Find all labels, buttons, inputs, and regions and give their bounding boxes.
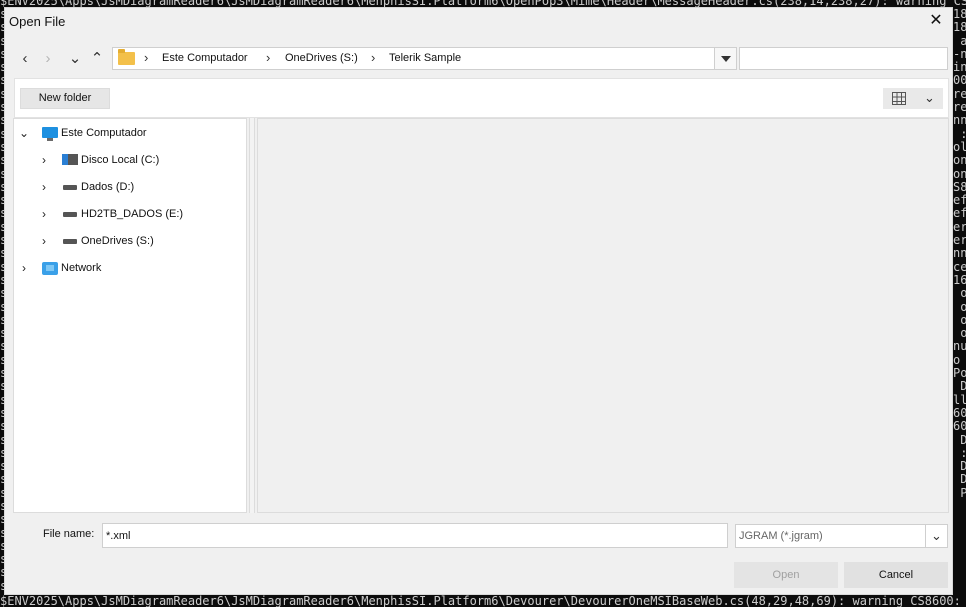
computer-icon <box>42 127 58 141</box>
drive-icon <box>63 212 77 217</box>
network-icon <box>42 262 58 275</box>
file-list-pane[interactable] <box>257 118 949 513</box>
tree-item-label: HD2TB_DADOS (E:) <box>81 208 184 220</box>
chevron-right-icon[interactable]: › <box>17 258 31 278</box>
chevron-down-icon: ⌄ <box>924 90 935 105</box>
chevron-right-icon[interactable]: › <box>37 204 51 224</box>
breadcrumb-item-onedrives[interactable]: OneDrives (S:) <box>285 52 358 64</box>
up-button[interactable]: ⌃ <box>88 50 106 68</box>
chevron-right-icon[interactable]: › <box>37 177 51 197</box>
tree-item-label: Este Computador <box>61 127 147 139</box>
breadcrumb[interactable]: › Este Computador › OneDrives (S:) › Tel… <box>112 47 737 70</box>
tree-item-disco-local[interactable]: › Disco Local (C:) <box>14 150 246 170</box>
tree-item-este-computador[interactable]: ⌄ Este Computador <box>14 123 246 143</box>
breadcrumb-item-este-computador[interactable]: Este Computador <box>162 52 248 64</box>
forward-button[interactable]: › <box>39 50 57 68</box>
windows-drive-icon <box>62 154 78 165</box>
view-mode-button[interactable]: ⌄ <box>883 88 943 109</box>
breadcrumb-separator: › <box>266 50 271 65</box>
open-button[interactable]: Open <box>734 562 838 588</box>
search-input[interactable] <box>739 47 948 70</box>
pane-splitter[interactable] <box>249 118 255 513</box>
file-type-select[interactable]: JGRAM (*.jgram) ⌄ <box>735 524 948 548</box>
tree-item-label: Network <box>61 262 102 274</box>
chevron-down-icon[interactable]: ⌄ <box>17 123 31 143</box>
dialog-title: Open File <box>9 14 66 29</box>
folder-tree: ⌄ Este Computador › Disco Local (C:) › D… <box>13 118 247 513</box>
cancel-button[interactable]: Cancel <box>844 562 948 588</box>
toolbar: New folder ⌄ <box>14 78 949 118</box>
folder-icon <box>118 49 135 65</box>
tree-item-label: OneDrives (S:) <box>81 235 154 247</box>
tree-item-network[interactable]: › Network <box>14 258 246 278</box>
file-type-selected: JGRAM (*.jgram) <box>739 530 823 542</box>
chevron-right-icon[interactable]: › <box>37 150 51 170</box>
breadcrumb-item-telerik-sample[interactable]: Telerik Sample <box>389 52 461 64</box>
new-folder-button[interactable]: New folder <box>20 88 110 109</box>
terminal-line-bottom: $ENV2025\Apps\JsMDiagramReader6\JsMDiagr… <box>0 594 966 607</box>
breadcrumb-separator: › <box>371 50 376 65</box>
chevron-down-icon[interactable]: ⌄ <box>925 525 947 547</box>
open-file-dialog: Open File ✕ ‹ › ⌄ ⌃ › Este Computador › … <box>4 7 953 595</box>
tree-item-dados[interactable]: › Dados (D:) <box>14 177 246 197</box>
grid-view-icon <box>892 92 906 105</box>
drive-icon <box>63 185 77 190</box>
tree-item-label: Disco Local (C:) <box>81 154 160 166</box>
drive-icon <box>63 239 77 244</box>
chevron-right-icon[interactable]: › <box>37 231 51 251</box>
back-button[interactable]: ‹ <box>16 50 34 68</box>
close-icon[interactable]: ✕ <box>926 11 946 31</box>
file-name-input[interactable] <box>102 523 728 548</box>
tree-item-hd2tb-dados[interactable]: › HD2TB_DADOS (E:) <box>14 204 246 224</box>
recent-locations-button[interactable]: ⌄ <box>66 50 84 68</box>
breadcrumb-separator: › <box>144 50 149 65</box>
file-name-label: File name: <box>43 528 95 540</box>
breadcrumb-dropdown-button[interactable] <box>714 48 736 69</box>
tree-item-label: Dados (D:) <box>81 181 135 193</box>
tree-item-onedrives[interactable]: › OneDrives (S:) <box>14 231 246 251</box>
terminal-right-column: 1818 a-nin00rerenn :olononS8efeferernnce… <box>953 8 966 500</box>
